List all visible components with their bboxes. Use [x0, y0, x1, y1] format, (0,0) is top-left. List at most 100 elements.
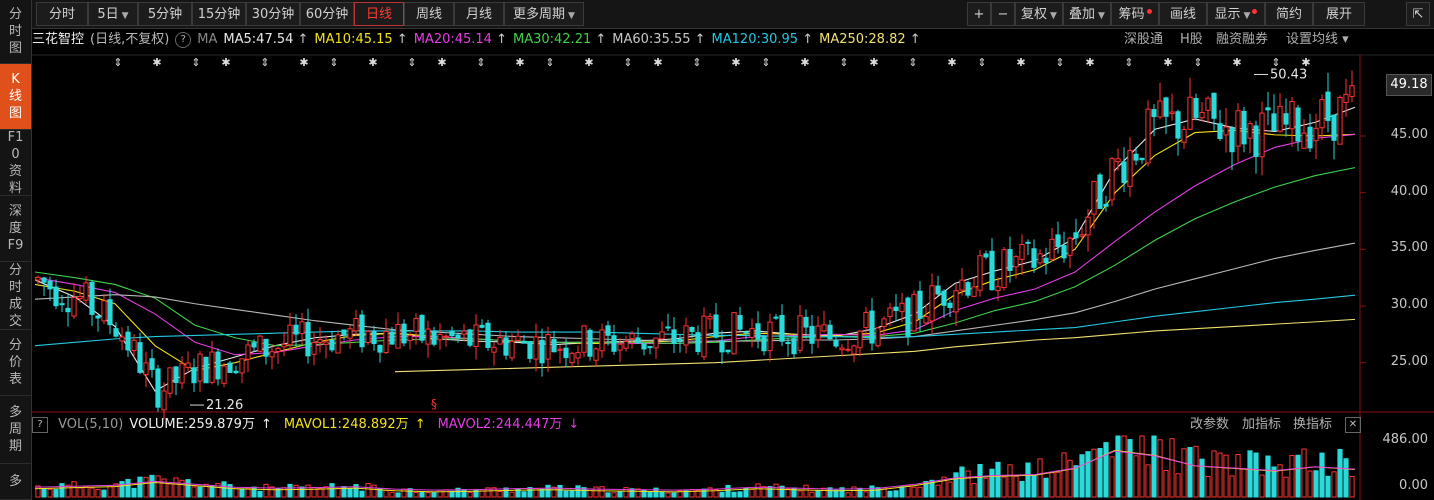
event-marker[interactable]: ✱ [437, 56, 446, 69]
candle-body[interactable] [899, 302, 905, 313]
candle-body[interactable] [1337, 97, 1343, 145]
left-nav-item-5[interactable]: 分价表 [0, 330, 31, 396]
candle-body[interactable] [923, 316, 929, 324]
volume-bar[interactable] [923, 481, 929, 498]
candle-body[interactable] [587, 329, 593, 357]
volume-bar[interactable] [731, 491, 737, 498]
candle-body[interactable] [149, 358, 155, 370]
volume-bar[interactable] [233, 487, 239, 498]
volume-bar[interactable] [959, 466, 965, 498]
volume-bar[interactable] [1079, 454, 1085, 498]
toolbar-right-button-3[interactable]: 叠加 ▼ [1063, 2, 1111, 26]
volume-bar[interactable] [581, 487, 587, 498]
volume-bar[interactable] [1007, 464, 1013, 498]
candle-body[interactable] [557, 348, 563, 351]
volume-bar[interactable] [419, 491, 425, 498]
candle-body[interactable] [263, 338, 269, 357]
candle-body[interactable] [731, 312, 737, 355]
candle-body[interactable] [527, 341, 533, 359]
volume-right-link-0[interactable]: 改参数 [1190, 415, 1229, 435]
candle-body[interactable] [71, 297, 77, 317]
candle-body[interactable] [197, 353, 203, 382]
volume-bar[interactable] [1295, 454, 1301, 498]
volume-bar[interactable] [533, 488, 539, 498]
volume-bar[interactable] [101, 489, 107, 498]
candle-body[interactable] [929, 285, 935, 322]
candle-body[interactable] [689, 326, 695, 332]
candle-body[interactable] [785, 341, 791, 345]
volume-bar[interactable] [455, 487, 461, 498]
volume-bar[interactable] [1265, 455, 1271, 498]
volume-bar[interactable] [113, 483, 119, 498]
volume-bar[interactable] [1055, 471, 1061, 498]
candle-body[interactable] [347, 328, 353, 339]
volume-bar[interactable] [1133, 455, 1139, 498]
volume-bar[interactable] [311, 486, 317, 498]
volume-bar[interactable] [77, 487, 83, 498]
candle-body[interactable] [449, 330, 455, 337]
event-marker[interactable]: ⇕ [260, 56, 269, 69]
candle-body[interactable] [575, 352, 581, 359]
candle-body[interactable] [683, 325, 689, 346]
volume-bar[interactable] [341, 486, 347, 498]
candle-body[interactable] [767, 321, 773, 352]
volume-bar[interactable] [845, 492, 851, 498]
volume-bar[interactable] [293, 484, 299, 498]
volume-bar[interactable] [569, 490, 575, 498]
toolbar-right-button-7[interactable]: 简约 [1265, 2, 1313, 26]
candle-body[interactable] [623, 341, 629, 349]
candle-body[interactable] [977, 255, 983, 291]
volume-bar[interactable] [203, 483, 209, 498]
candle-body[interactable] [1247, 123, 1253, 139]
candle-body[interactable] [599, 329, 605, 352]
volume-bar[interactable] [1205, 475, 1211, 498]
event-marker[interactable]: ⇕ [1055, 56, 1064, 69]
volume-bar[interactable] [785, 488, 791, 498]
volume-bar[interactable] [53, 489, 59, 498]
candle-body[interactable] [371, 331, 377, 345]
volume-bar[interactable] [461, 489, 467, 498]
candle-body[interactable] [281, 343, 287, 348]
volume-bar[interactable] [389, 491, 395, 498]
volume-bar[interactable] [707, 487, 713, 498]
volume-bar[interactable] [875, 487, 881, 498]
volume-bar[interactable] [917, 486, 923, 498]
event-marker[interactable]: ⇕ [977, 56, 986, 69]
candle-body[interactable] [131, 339, 137, 352]
volume-bar[interactable] [1127, 439, 1133, 498]
candle-body[interactable] [521, 340, 527, 344]
event-marker[interactable]: ⇕ [761, 56, 770, 69]
volume-bar[interactable] [1199, 458, 1205, 498]
candle-body[interactable] [299, 321, 305, 335]
candle-body[interactable] [659, 331, 665, 340]
volume-bar[interactable] [509, 491, 515, 498]
toolbar-right-button-0[interactable]: + [967, 2, 991, 26]
event-marker[interactable]: ⇕ [476, 56, 485, 69]
volume-bar[interactable] [779, 485, 785, 498]
candle-body[interactable] [1163, 97, 1169, 117]
candle-body[interactable] [821, 324, 827, 332]
candle-body[interactable] [533, 336, 539, 360]
volume-bar[interactable] [1211, 450, 1217, 498]
ma-right-link-1[interactable]: H股 [1180, 30, 1203, 50]
left-nav-item-1[interactable]: K线图 [0, 64, 31, 130]
candle-body[interactable] [203, 356, 209, 384]
volume-bar[interactable] [1157, 439, 1163, 498]
volume-bar[interactable] [1193, 445, 1199, 498]
candle-body[interactable] [173, 366, 179, 384]
volume-bar[interactable] [1049, 472, 1055, 498]
volume-bar[interactable] [881, 487, 887, 498]
volume-bar[interactable] [677, 490, 683, 498]
candle-body[interactable] [257, 335, 263, 352]
candle-body[interactable] [797, 315, 803, 351]
candle-body[interactable] [1241, 110, 1247, 145]
candle-body[interactable] [1007, 249, 1013, 271]
volume-bar[interactable] [1019, 480, 1025, 498]
volume-bar[interactable] [329, 483, 335, 498]
left-nav-item-2[interactable]: F10资料 [0, 130, 31, 196]
volume-bar[interactable] [227, 484, 233, 498]
candle-body[interactable] [839, 347, 845, 351]
candle-body[interactable] [1121, 161, 1127, 184]
event-marker[interactable]: ✱ [731, 56, 740, 69]
volume-bar[interactable] [281, 487, 287, 498]
